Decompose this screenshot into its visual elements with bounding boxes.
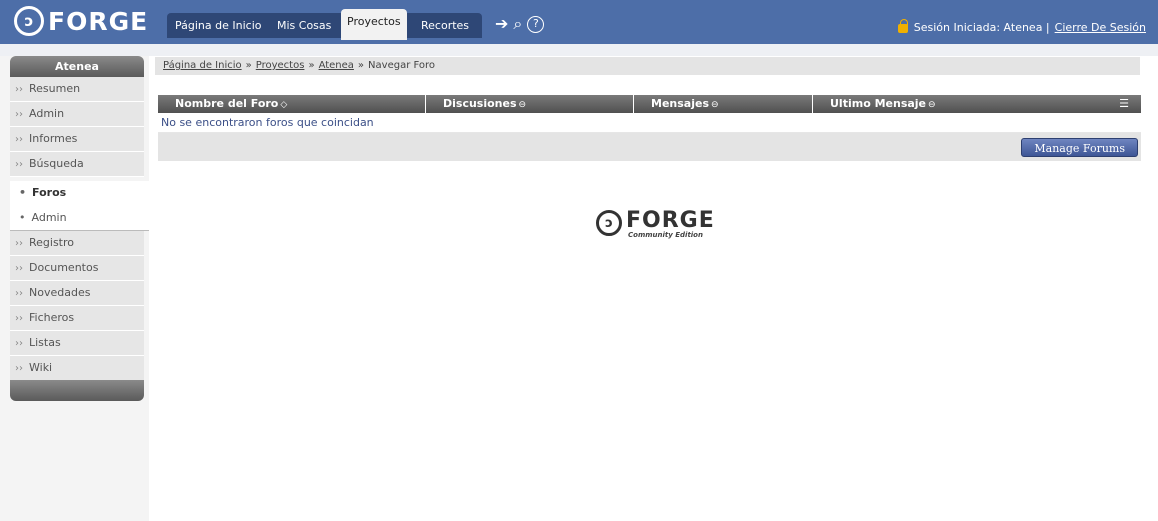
sort-icon: ⊖ bbox=[711, 100, 719, 110]
column-label: Ultimo Mensaje bbox=[830, 97, 927, 110]
sidebar-item-label: Ficheros bbox=[29, 311, 75, 324]
top-header: ɔ FORGE Página de Inicio Mis Cosas Proye… bbox=[0, 0, 1158, 44]
bullet-icon: • bbox=[19, 186, 27, 199]
sidebar-item-novedades[interactable]: ›› Novedades bbox=[10, 281, 144, 306]
chevron-right-icon: ›› bbox=[15, 313, 23, 324]
chevron-right-icon: ›› bbox=[15, 263, 23, 274]
sidebar-item-label: Registro bbox=[29, 236, 75, 249]
breadcrumb-separator: » bbox=[308, 60, 315, 71]
sidebar-item-label: Wiki bbox=[29, 361, 53, 374]
logout-link[interactable]: Cierre De Sesión bbox=[1055, 21, 1146, 34]
header-subbar bbox=[0, 44, 1158, 56]
sidebar-item-foros[interactable]: • Foros bbox=[10, 181, 149, 206]
session-status: Sesión Iniciada: Atenea | Cierre De Sesi… bbox=[897, 19, 1146, 34]
chevron-right-icon: ›› bbox=[15, 84, 23, 95]
sidebar-menu: ›› Resumen ›› Admin ›› Informes ›› Búsqueda … bbox=[10, 77, 149, 381]
chevron-right-icon: ›› bbox=[15, 134, 23, 145]
sort-icon: ⊖ bbox=[928, 100, 936, 110]
column-label: Mensajes bbox=[651, 97, 709, 110]
breadcrumb-link-inicio[interactable]: Página de Inicio bbox=[163, 60, 242, 71]
login-arrow-icon[interactable]: ➔ bbox=[495, 15, 508, 33]
sidebar-item-label: Resumen bbox=[29, 82, 81, 95]
column-header-ultimo-mensaje[interactable]: Ultimo Mensaje ⊖ bbox=[813, 95, 1141, 113]
nav-icon-group: ➔ ⌕ ? bbox=[495, 15, 545, 33]
footer-logo-text: FORGE bbox=[626, 208, 715, 233]
chevron-right-icon: ›› bbox=[15, 159, 23, 170]
breadcrumb-current: Navegar Foro bbox=[368, 60, 436, 71]
tab-recortes[interactable]: Recortes bbox=[421, 13, 469, 38]
sort-icon: ⊖ bbox=[518, 100, 527, 110]
empty-message: No se encontraron foros que coincidan bbox=[158, 113, 1141, 133]
sidebar-item-foros-admin[interactable]: • Admin bbox=[10, 206, 149, 231]
breadcrumb: Página de Inicio» Proyectos» Atenea» Navega… bbox=[155, 57, 1140, 75]
manage-forums-button[interactable]: Manage Forums bbox=[1021, 138, 1138, 157]
sidebar-item-resumen[interactable]: ›› Resumen bbox=[10, 77, 144, 102]
table-footer: Manage Forums bbox=[158, 133, 1141, 161]
sidebar-item-admin[interactable]: ›› Admin bbox=[10, 102, 144, 127]
lock-icon bbox=[897, 19, 908, 33]
breadcrumb-link-proyectos[interactable]: Proyectos bbox=[256, 60, 305, 71]
breadcrumb-separator: » bbox=[245, 60, 252, 71]
bullet-icon: • bbox=[19, 211, 26, 224]
tab-proyectos[interactable]: Proyectos bbox=[341, 9, 407, 40]
chevron-right-icon: ›› bbox=[15, 109, 23, 120]
column-label: Discusiones bbox=[443, 97, 517, 110]
column-chooser-icon[interactable]: ☰ bbox=[1119, 95, 1129, 113]
tab-pagina-de-inicio[interactable]: Página de Inicio bbox=[175, 13, 261, 38]
chevron-right-icon: ›› bbox=[15, 238, 23, 249]
sidebar-item-label: Admin bbox=[31, 211, 67, 224]
footer-forge-logo: ɔ FORGE Community Edition bbox=[596, 209, 715, 239]
sidebar-item-listas[interactable]: ›› Listas bbox=[10, 331, 144, 356]
sidebar-item-label: Foros bbox=[32, 186, 67, 199]
sidebar-footer bbox=[10, 380, 144, 401]
chevron-right-icon: ›› bbox=[15, 338, 23, 349]
sidebar-title: Atenea bbox=[10, 56, 144, 77]
sidebar-item-documentos[interactable]: ›› Documentos bbox=[10, 256, 144, 281]
column-header-nombre-del-foro[interactable]: Nombre del Foro ◇ bbox=[158, 95, 426, 113]
forge-logo-text: FORGE bbox=[48, 6, 149, 36]
footer-logo-subtitle: Community Edition bbox=[628, 231, 703, 239]
sidebar-item-label: Novedades bbox=[29, 286, 91, 299]
sidebar-item-wiki[interactable]: ›› Wiki bbox=[10, 356, 144, 381]
sidebar-item-label: Admin bbox=[29, 107, 65, 120]
column-header-discusiones[interactable]: Discusiones ⊖ bbox=[426, 95, 634, 113]
session-label: Sesión Iniciada: Atenea | bbox=[913, 21, 1050, 34]
sidebar-item-label: Listas bbox=[29, 336, 61, 349]
chevron-right-icon: ›› bbox=[15, 288, 23, 299]
sidebar-item-informes[interactable]: ›› Informes bbox=[10, 127, 144, 152]
forums-table: Nombre del Foro ◇ Discusiones ⊖ Mensajes ⊖ … bbox=[158, 95, 1141, 161]
tab-mis-cosas[interactable]: Mis Cosas bbox=[277, 13, 331, 38]
breadcrumb-separator: » bbox=[357, 60, 365, 71]
sidebar-item-ficheros[interactable]: ›› Ficheros bbox=[10, 306, 144, 331]
sort-both-icon: ◇ bbox=[280, 100, 288, 110]
sidebar-item-busqueda[interactable]: ›› Búsqueda bbox=[10, 152, 144, 177]
sidebar-item-label: Documentos bbox=[29, 261, 99, 274]
sidebar-item-label: Informes bbox=[29, 132, 78, 145]
column-label: Nombre del Foro bbox=[175, 97, 279, 110]
sidebar-item-registro[interactable]: ›› Registro bbox=[10, 231, 144, 256]
forge-logo-mark-icon: ɔ bbox=[14, 6, 44, 36]
help-icon[interactable]: ? bbox=[527, 15, 545, 33]
forge-logo-mark-icon: ɔ bbox=[596, 210, 622, 236]
breadcrumb-link-atenea[interactable]: Atenea bbox=[319, 60, 354, 71]
search-user-icon[interactable]: ⌕ bbox=[513, 15, 522, 33]
forge-logo[interactable]: ɔ FORGE bbox=[14, 6, 148, 36]
sidebar-item-label: Búsqueda bbox=[29, 157, 84, 170]
chevron-right-icon: ›› bbox=[15, 363, 23, 374]
table-header: Nombre del Foro ◇ Discusiones ⊖ Mensajes ⊖ … bbox=[158, 95, 1141, 113]
column-header-mensajes[interactable]: Mensajes ⊖ bbox=[634, 95, 813, 113]
